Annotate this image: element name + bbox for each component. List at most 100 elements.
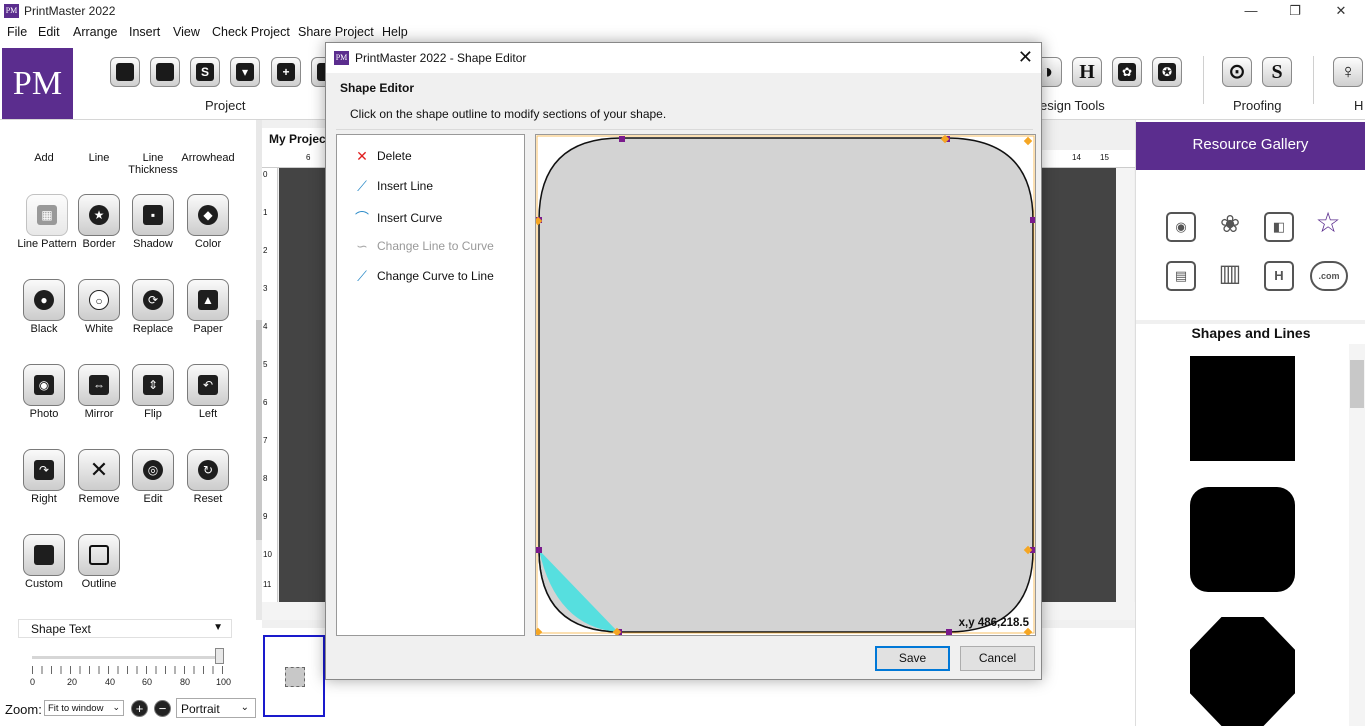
remove-tool[interactable]: ✕ Remove	[71, 449, 127, 505]
rotate-left-icon: ↶	[198, 375, 218, 395]
outline-tool[interactable]: Outline	[71, 534, 127, 590]
menu-arrange[interactable]: Arrange	[73, 25, 117, 39]
headline-icon[interactable]: H	[1264, 261, 1294, 291]
gallery-scrollbar[interactable]	[1349, 344, 1365, 726]
color-tool[interactable]: ◆ Color	[180, 194, 236, 250]
control-handle[interactable]	[1023, 136, 1033, 146]
star-seal-button[interactable]: ✪	[1152, 57, 1182, 87]
line-thickness-tool[interactable]: Line Thickness	[121, 152, 185, 176]
flip-tool[interactable]: ⇕ Flip	[125, 364, 181, 420]
add-shape-tool[interactable]: Add	[16, 152, 72, 164]
canvas-vertical-scrollbar[interactable]	[1116, 168, 1134, 602]
rotate-right-tool[interactable]: ↷ Right	[16, 449, 72, 505]
menu-view[interactable]: View	[173, 25, 200, 39]
headline-icon: H	[1079, 61, 1095, 83]
shape-outline-svg[interactable]	[536, 135, 1035, 635]
close-icon[interactable]: ✕	[1018, 47, 1033, 68]
anchor-handle[interactable]	[946, 629, 952, 635]
menu-help[interactable]: Help	[382, 25, 408, 39]
save-button[interactable]: Save	[875, 646, 950, 671]
change-line-to-curve-action[interactable]: ∽ Change Line to Curve	[353, 238, 494, 255]
ruler-number: 6	[306, 153, 311, 162]
anchor-handle[interactable]	[536, 547, 542, 553]
edit-shape-icon: ◎	[143, 460, 163, 480]
white-drop-icon: ○	[89, 290, 109, 310]
menu-insert[interactable]: Insert	[129, 25, 160, 39]
camera-icon[interactable]: ◉	[1166, 212, 1196, 242]
zoom-out-button[interactable]: −	[154, 700, 171, 717]
insert-curve-action[interactable]: ⌒ Insert Curve	[353, 208, 442, 228]
cloud-com-icon[interactable]: .com	[1310, 261, 1348, 291]
delete-action[interactable]: ✕ Delete	[353, 148, 412, 165]
preview-button[interactable]: ⊙	[1222, 57, 1252, 87]
star-border-icon: ★	[89, 205, 109, 225]
scrollbar-thumb[interactable]	[1350, 360, 1364, 408]
line-pattern-tool[interactable]: ▦ Line Pattern	[17, 194, 77, 250]
layouts-icon[interactable]: ▤	[1166, 261, 1196, 291]
paper-tool[interactable]: ▲ Paper	[180, 279, 236, 335]
reset-tool[interactable]: ↻ Reset	[180, 449, 236, 505]
menu-check-project[interactable]: Check Project	[212, 25, 290, 39]
shape-square[interactable]	[1190, 356, 1295, 461]
page-thumbnail[interactable]	[263, 635, 325, 717]
line-tool[interactable]: Line	[71, 152, 127, 164]
help-button[interactable]: ♀	[1333, 57, 1363, 87]
restore-icon[interactable]: ❐	[1272, 0, 1318, 22]
shape-fill[interactable]	[538, 137, 1034, 633]
change-curve-to-line-action[interactable]: ⟋ Change Curve to Line	[353, 268, 494, 285]
save-project-button[interactable]: S	[190, 57, 220, 87]
grid-layout-icon[interactable]: ▥	[1215, 261, 1245, 291]
insert-line-action[interactable]: ⟋ Insert Line	[353, 178, 433, 195]
dialog-instruction: Click on the shape outline to modify sec…	[350, 107, 667, 121]
add-page-button[interactable]: +	[271, 57, 301, 87]
flower-button[interactable]: ✿	[1112, 57, 1142, 87]
replace-tool[interactable]: ⟳ Replace	[125, 279, 181, 335]
opacity-slider[interactable]	[32, 648, 224, 674]
insert-curve-icon: ⌒	[355, 210, 369, 226]
project-tab[interactable]: My Projec	[262, 128, 332, 150]
shape-editor-dialog: PM PrintMaster 2022 - Shape Editor ✕ Sha…	[325, 42, 1042, 680]
rotate-left-tool[interactable]: ↶ Left	[180, 364, 236, 420]
custom-tool[interactable]: Custom	[16, 534, 72, 590]
curve-to-line-icon: ⟋	[357, 268, 367, 284]
shadow-tool[interactable]: ▪ Shadow	[125, 194, 181, 250]
close-window-icon[interactable]: ✕	[1318, 0, 1364, 22]
white-tool[interactable]: ○ White	[71, 279, 127, 335]
project-tab-label: My Projec	[269, 132, 326, 146]
zoom-select[interactable]: Fit to window ⌄	[44, 700, 124, 716]
arrowhead-tool[interactable]: Arrowhead	[180, 152, 236, 164]
shapes-and-lines-title: Shapes and Lines	[1191, 325, 1311, 341]
shape-text-dropdown[interactable]: Shape Text ▼	[18, 619, 232, 638]
orientation-select[interactable]: Portrait ⌄	[176, 698, 256, 718]
export-button[interactable]: ▾	[230, 57, 260, 87]
menu-edit[interactable]: Edit	[38, 25, 60, 39]
menu-file[interactable]: File	[7, 25, 27, 39]
shapes-icon[interactable]: ◧	[1264, 212, 1294, 242]
anchor-handle[interactable]	[619, 136, 625, 142]
export-icon: ▾	[236, 63, 254, 81]
photo-tool[interactable]: ◉ Photo	[16, 364, 72, 420]
headline-button[interactable]: H	[1072, 57, 1102, 87]
menu-share-project[interactable]: Share Project	[298, 25, 374, 39]
slider-knob[interactable]	[215, 648, 224, 664]
minimize-icon[interactable]: —	[1228, 0, 1274, 22]
tool-label: Left	[198, 408, 218, 420]
border-tool[interactable]: ★ Border	[71, 194, 127, 250]
black-tool[interactable]: ● Black	[16, 279, 72, 335]
shape-rounded-square[interactable]	[1190, 487, 1295, 592]
open-project-button[interactable]	[150, 57, 180, 87]
mirror-tool[interactable]: ⇔ Mirror	[71, 364, 127, 420]
shape-edit-canvas[interactable]: x,y 486,218.5	[535, 134, 1036, 636]
anchor-handle[interactable]	[1030, 217, 1035, 223]
action-label: Delete	[377, 149, 412, 163]
new-project-button[interactable]	[110, 57, 140, 87]
edit-tool[interactable]: ◎ Edit	[125, 449, 181, 505]
tool-label: Mirror	[84, 408, 114, 420]
lotus-icon[interactable]: ❀	[1215, 212, 1245, 242]
star-outline-icon[interactable]: ☆	[1313, 209, 1343, 240]
zoom-in-button[interactable]: +	[131, 700, 148, 717]
cancel-button[interactable]: Cancel	[960, 646, 1035, 671]
tool-label: Line	[88, 152, 110, 164]
tool-label: Edit	[143, 493, 163, 505]
spell-check-button[interactable]: S	[1262, 57, 1292, 87]
